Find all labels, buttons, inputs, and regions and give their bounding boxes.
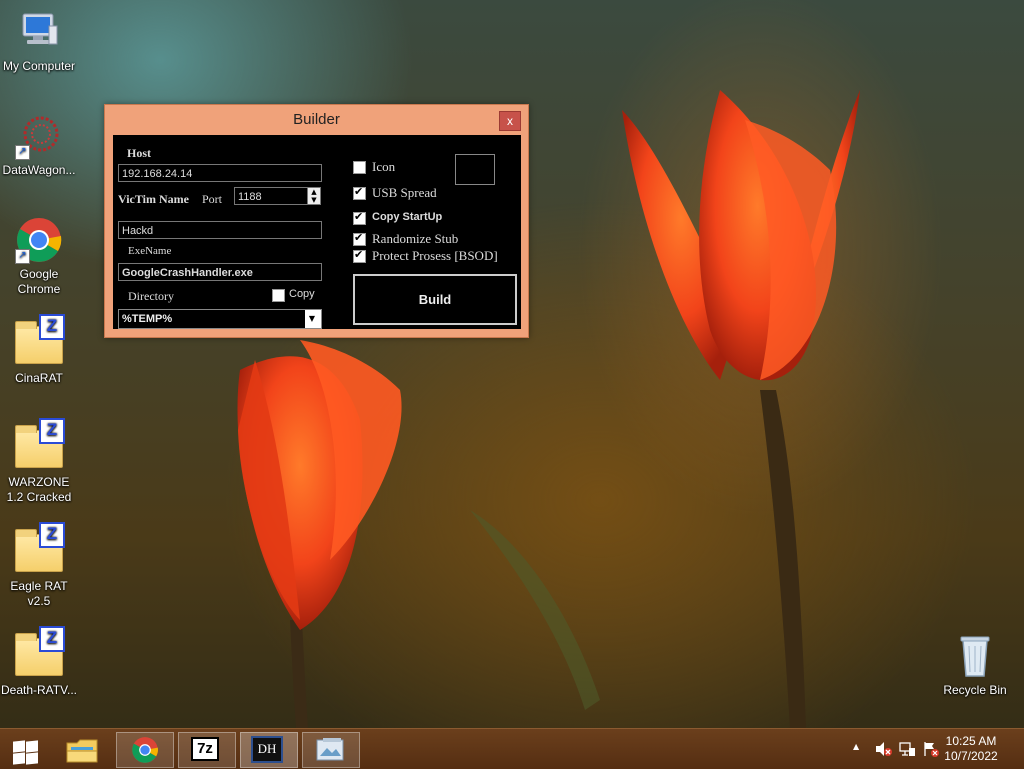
clock-date: 10/7/2022 [944, 749, 998, 763]
image-viewer-icon [316, 738, 344, 761]
start-button[interactable] [2, 732, 50, 768]
desktop-icon-label: CinaRAT [15, 371, 63, 385]
dh-icon-text: DH [257, 741, 277, 756]
copy-checkbox[interactable] [272, 289, 285, 302]
taskbar-7zip[interactable]: 7z [178, 732, 236, 768]
exe-name-input[interactable]: GoogleCrashHandler.exe [118, 263, 322, 281]
desktop-icon-my-computer[interactable]: My Computer [0, 8, 78, 74]
port-label: Port [202, 192, 223, 206]
tulip-right [622, 90, 860, 390]
folder-icon [66, 739, 98, 763]
tulip-left [237, 340, 402, 630]
windows-logo-icon [13, 740, 39, 765]
taskbar: 7z DH ▲ 10:25 AM 10/7/2022 [0, 728, 1024, 769]
taskbar-file-explorer[interactable] [56, 732, 108, 768]
dh-icon: DH [251, 736, 283, 763]
usb-spread-label: USB Spread [372, 185, 437, 200]
clock-time: 10:25 AM [945, 734, 997, 748]
desktop-icon-recycle-bin[interactable]: Recycle Bin [936, 632, 1014, 698]
desktop-icon-label: DataWagon... [2, 163, 76, 177]
7zip-icon: 7z [191, 737, 219, 761]
host-label: Host [127, 146, 151, 160]
taskbar-dh-builder[interactable]: DH [240, 732, 298, 768]
close-button[interactable]: x [499, 111, 521, 131]
desktop-icon-label: Death-RATV... [0, 683, 78, 697]
volume-muted-icon[interactable] [874, 740, 892, 758]
desktop-icon-eagle-rat[interactable]: Z Eagle RAT v2.5 [0, 522, 78, 609]
copy-startup-checkbox[interactable] [353, 210, 366, 225]
desktop-icon-google-chrome[interactable]: ↗ Google Chrome [0, 216, 78, 297]
victim-name-input[interactable]: Hackd [118, 221, 322, 239]
chevron-down-icon[interactable]: ▼ [305, 312, 319, 326]
victim-name-label: VicTim Name [118, 192, 189, 206]
usb-spread-checkbox[interactable] [353, 185, 366, 200]
taskbar-image-tool[interactable] [302, 732, 360, 768]
desktop-icon-label: Google Chrome [17, 267, 61, 296]
spin-up-icon[interactable]: ▲ [308, 188, 320, 196]
winrar-folder-icon: Z [15, 314, 65, 368]
icon-preview-box[interactable] [455, 154, 495, 185]
computer-icon [15, 8, 63, 56]
desktop-icon-cinarat[interactable]: Z CinaRAT [0, 314, 78, 386]
protect-process-label: Protect Prosess [BSOD] [372, 248, 498, 263]
icon-checkbox[interactable] [353, 161, 366, 174]
directory-label: Directory [128, 289, 174, 303]
desktop-icon-label: My Computer [2, 59, 76, 73]
builder-window: Builder x Host 192.168.24.14 VicTim Name… [104, 104, 529, 338]
taskbar-chrome[interactable] [116, 732, 174, 768]
icon-option-label: Icon [372, 159, 396, 174]
randomize-stub-checkbox[interactable] [353, 231, 366, 246]
desktop-icon-warzone[interactable]: Z WARZONE 1.2 Cracked [0, 418, 78, 505]
clock[interactable]: 10:25 AM 10/7/2022 [936, 734, 1006, 764]
shortcut-arrow-icon: ↗ [15, 249, 30, 264]
datawagon-icon: ↗ [15, 112, 63, 160]
spin-down-icon[interactable]: ▼ [308, 196, 320, 204]
port-spinner[interactable]: ▲ ▼ [307, 187, 321, 205]
desktop-icon-death-rat[interactable]: Z Death-RATV... [0, 626, 78, 698]
build-button[interactable]: Build [353, 274, 517, 325]
winrar-folder-icon: Z [15, 626, 65, 680]
exe-name-label: ExeName [128, 245, 172, 257]
desktop-icon-label: Recycle Bin [943, 683, 1007, 697]
recycle-bin-icon [951, 632, 999, 680]
desktop-icon-label: WARZONE 1.2 Cracked [6, 475, 72, 504]
builder-form: Host 192.168.24.14 VicTim Name Port 1188… [113, 135, 521, 329]
window-title: Builder [293, 111, 340, 128]
winrar-folder-icon: Z [15, 522, 65, 576]
desktop-icon-datawagon[interactable]: ↗ DataWagon... [0, 112, 78, 178]
directory-select-value: %TEMP% [119, 310, 305, 328]
shortcut-arrow-icon: ↗ [15, 145, 30, 160]
copy-startup-label: Copy StartUp [372, 211, 443, 223]
port-input[interactable]: 1188 [234, 187, 308, 205]
winrar-folder-icon: Z [15, 418, 65, 472]
network-icon[interactable] [898, 740, 916, 758]
copy-label: Copy [289, 288, 315, 300]
directory-select[interactable]: %TEMP% ▼ [118, 309, 322, 329]
tray-expand-icon[interactable]: ▲ [853, 742, 859, 751]
chrome-icon: ↗ [15, 216, 63, 264]
chrome-icon [132, 737, 158, 763]
desktop-icon-label: Eagle RAT v2.5 [10, 579, 68, 608]
host-input[interactable]: 192.168.24.14 [118, 164, 322, 182]
randomize-stub-label: Randomize Stub [372, 231, 459, 246]
protect-process-checkbox[interactable] [353, 248, 366, 263]
7zip-icon-text: 7z [197, 740, 213, 757]
